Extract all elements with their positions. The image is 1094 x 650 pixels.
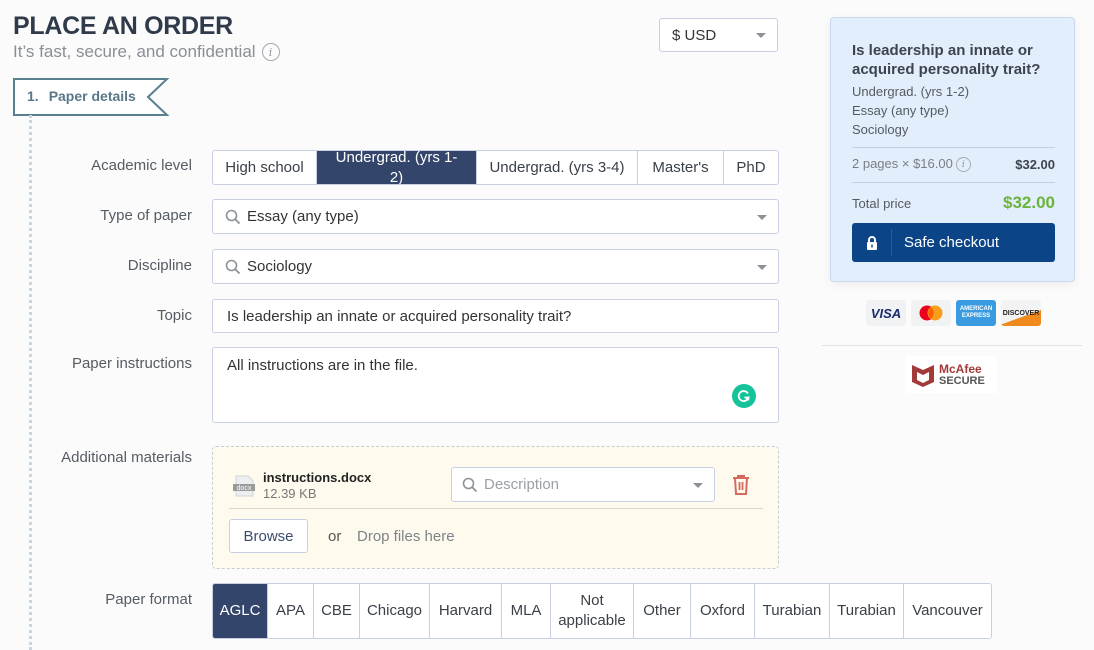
grammarly-icon[interactable]	[732, 384, 756, 408]
topic-value: Is leadership an innate or acquired pers…	[227, 307, 572, 325]
academic-level-label: Academic level	[91, 157, 192, 174]
type-of-paper-value: Essay (any type)	[247, 208, 359, 225]
search-icon	[225, 209, 241, 225]
info-icon[interactable]: i	[261, 43, 280, 61]
step-tab-paper-details: 1. Paper details	[13, 78, 170, 116]
mcafee-shield-icon	[912, 364, 934, 387]
summary-divider	[852, 147, 1055, 148]
paper-format-option[interactable]: Not applicable	[551, 584, 634, 638]
subtitle-text: It’s fast, secure, and confidential	[13, 42, 256, 61]
discipline-select[interactable]: Sociology	[212, 249, 779, 284]
file-description-select[interactable]: Description	[451, 467, 715, 502]
mastercard-icon	[911, 300, 951, 326]
docx-file-icon: docx	[233, 475, 255, 497]
mcafee-line1: McAfee	[939, 361, 982, 376]
payment-cards: VISA AMERICAN EXPRESS DISCOVER	[866, 300, 1041, 326]
file-type-label: docx	[237, 485, 252, 492]
total-value: $32.00	[1003, 193, 1055, 212]
paper-format-option[interactable]: Harvard	[430, 584, 502, 638]
trash-icon[interactable]	[731, 474, 751, 496]
visa-icon: VISA	[866, 300, 906, 326]
drop-files-text: Drop files here	[357, 528, 455, 545]
summary-divider	[852, 182, 1055, 183]
browse-button[interactable]: Browse	[229, 519, 308, 553]
pages-line: 2 pages × $16.00	[852, 156, 953, 171]
summary-level: Undergrad. (yrs 1-2)	[852, 84, 970, 99]
additional-materials-label: Additional materials	[61, 449, 192, 466]
paper-instructions-textarea[interactable]: All instructions are in the file.	[212, 347, 779, 423]
checkout-label: Safe checkout	[904, 234, 1000, 251]
paper-instructions-value: All instructions are in the file.	[227, 357, 418, 374]
lock-icon	[852, 229, 892, 256]
total-label: Total price	[852, 195, 912, 211]
mcafee-secure-badge: McAfee SECURE	[906, 356, 997, 393]
academic-level-selector: High school Undergrad. (yrs 1-2) Undergr…	[212, 150, 779, 185]
paper-format-selector: AGLC APA CBE Chicago Harvard MLA Not app…	[212, 583, 992, 639]
topic-label: Topic	[156, 307, 192, 324]
step-title: Paper details	[48, 88, 136, 104]
paper-format-option[interactable]: Other	[634, 584, 691, 638]
paper-format-label: Paper format	[105, 591, 192, 608]
topic-input[interactable]: Is leadership an innate or acquired pers…	[212, 299, 779, 333]
academic-level-option[interactable]: Master's	[638, 151, 724, 184]
academic-level-option[interactable]: High school	[213, 151, 317, 184]
discipline-value: Sociology	[247, 258, 313, 275]
or-text: or	[328, 528, 342, 545]
info-icon[interactable]: i	[955, 157, 971, 173]
safe-checkout-button[interactable]: Safe checkout	[852, 223, 1055, 262]
mcafee-line2: SECURE	[939, 374, 985, 387]
file-name: instructions.docx	[263, 470, 372, 485]
chevron-down-icon	[757, 214, 767, 220]
pages-price: $32.00	[1015, 156, 1055, 172]
academic-level-option[interactable]: Undergrad. (yrs 3-4)	[477, 151, 638, 184]
currency-select[interactable]: $ USD	[659, 18, 778, 52]
paper-format-option[interactable]: Turabian	[755, 584, 830, 638]
paper-format-option[interactable]: APA	[268, 584, 314, 638]
type-of-paper-select[interactable]: Essay (any type)	[212, 199, 779, 234]
paper-format-option[interactable]: Vancouver	[904, 584, 991, 638]
summary-topic: Is leadership an innate or acquired pers…	[852, 42, 1041, 78]
chevron-down-icon	[757, 264, 767, 270]
uploaded-file-row: docx instructions.docx 12.39 KB Descript…	[229, 463, 763, 509]
file-description-placeholder: Description	[484, 476, 560, 493]
file-dropzone[interactable]: docx instructions.docx 12.39 KB Descript…	[212, 446, 779, 569]
step-progress-line	[29, 115, 32, 650]
discover-icon: DISCOVER	[1001, 300, 1041, 326]
paper-format-option[interactable]: Chicago	[360, 584, 430, 638]
paper-format-option[interactable]: MLA	[502, 584, 551, 638]
academic-level-option-selected[interactable]: Undergrad. (yrs 1-2)	[317, 151, 477, 184]
chevron-down-icon	[693, 482, 703, 488]
order-summary-card: Is leadership an innate or acquired pers…	[830, 17, 1075, 282]
paper-format-option[interactable]: Oxford	[691, 584, 755, 638]
pages-price-row: 2 pages × $16.00 i $32.00	[852, 156, 1055, 173]
chevron-down-icon	[756, 33, 766, 38]
summary-type: Essay (any type)	[852, 103, 949, 118]
file-size: 12.39 KB	[263, 486, 317, 501]
summary-discipline: Sociology	[852, 122, 909, 137]
total-price-row: Total price $32.00	[852, 193, 1055, 213]
right-divider	[822, 345, 1082, 346]
amex-icon: AMERICAN EXPRESS	[956, 300, 996, 326]
step-number: 1.	[27, 88, 39, 104]
search-icon	[462, 477, 478, 493]
paper-format-option-selected[interactable]: AGLC	[213, 584, 268, 638]
search-icon	[225, 259, 241, 275]
page-title: PLACE AN ORDER	[13, 12, 233, 40]
type-of-paper-label: Type of paper	[100, 207, 192, 224]
academic-level-option[interactable]: PhD	[724, 151, 778, 184]
paper-format-option[interactable]: CBE	[314, 584, 360, 638]
page-subtitle: It’s fast, secure, and confidential i	[13, 42, 280, 62]
currency-value: $ USD	[672, 26, 717, 44]
paper-instructions-label: Paper instructions	[71, 355, 192, 372]
paper-format-option[interactable]: Turabian	[830, 584, 904, 638]
discipline-label: Discipline	[127, 257, 192, 274]
